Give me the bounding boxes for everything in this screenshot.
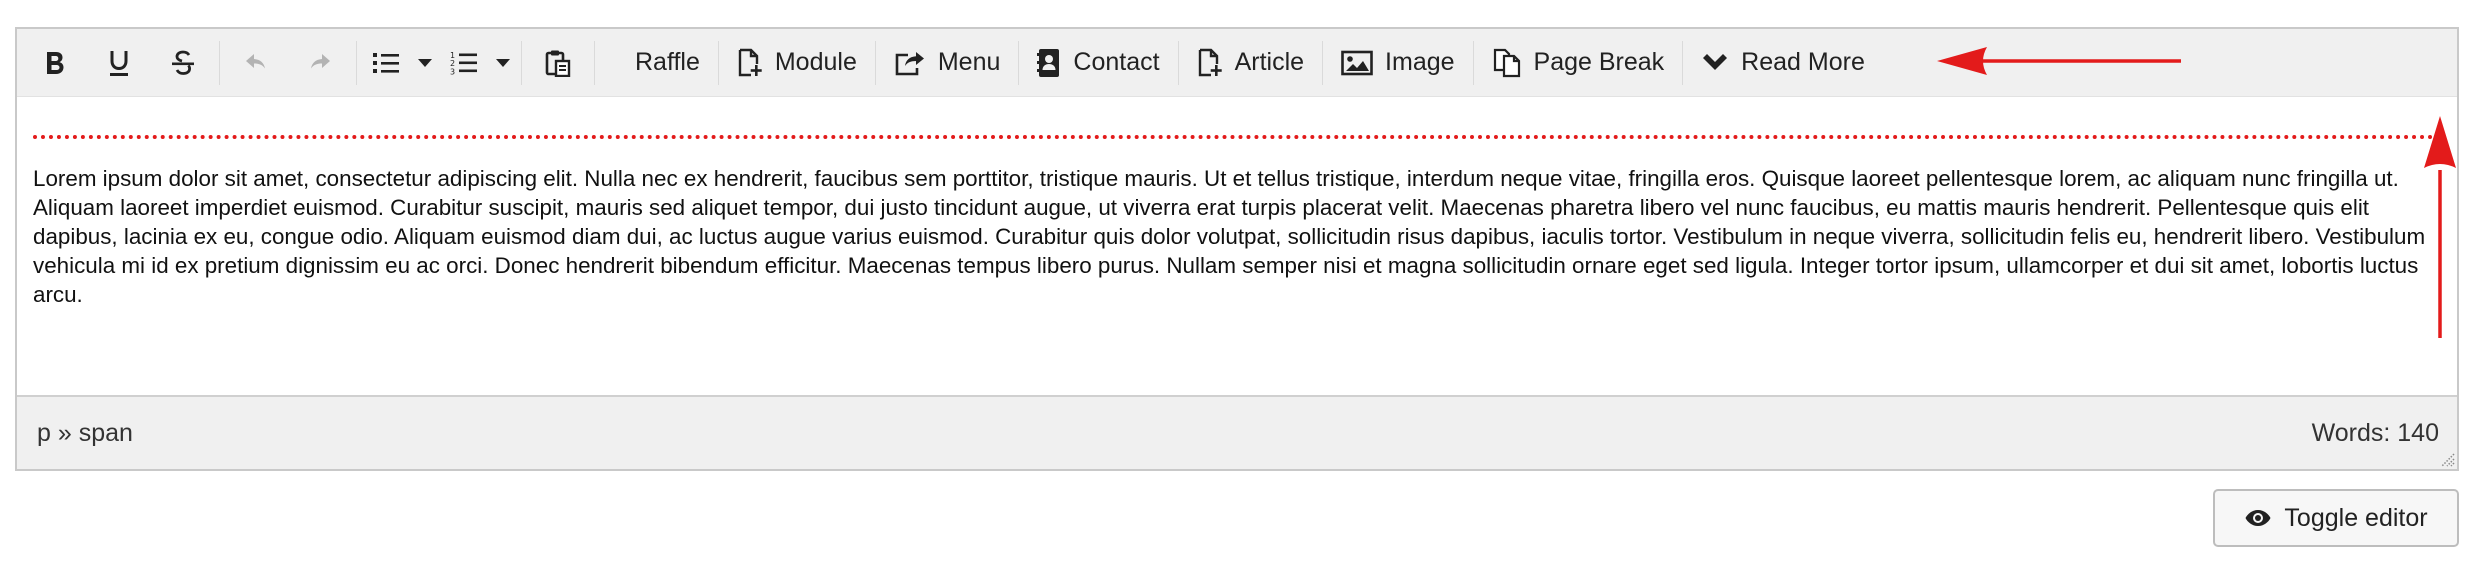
toolbar-separator: [1018, 40, 1020, 85]
image-label: Image: [1385, 48, 1455, 76]
word-count: Words: 140: [2311, 419, 2439, 447]
toolbar-separator: [1472, 40, 1474, 85]
contact-button[interactable]: Contact: [1023, 37, 1173, 89]
redo-icon: [311, 53, 330, 68]
toolbar-separator: [1682, 40, 1684, 85]
raffle-button[interactable]: Raffle: [621, 37, 714, 89]
address-book-icon: [1037, 48, 1060, 77]
read-more-separator: [33, 135, 2443, 139]
bold-icon: [47, 51, 64, 74]
element-path[interactable]: p » span: [37, 419, 133, 448]
content-paragraph[interactable]: Lorem ipsum dolor sit amet, consectetur …: [33, 164, 2445, 309]
paste-button[interactable]: [526, 37, 590, 89]
module-label: Module: [774, 48, 857, 76]
editor-statusbar: p » span Words: 140: [17, 395, 2457, 469]
file-add-icon: [1198, 48, 1222, 76]
raffle-label: Raffle: [635, 48, 700, 76]
numbered-list-split-button: 123: [439, 37, 517, 89]
numbered-list-button[interactable]: 123: [439, 37, 489, 89]
paste-icon: [545, 50, 571, 77]
editor-content[interactable]: Lorem ipsum dolor sit amet, consectetur …: [17, 97, 2457, 397]
toolbar-separator: [521, 40, 522, 85]
chevron-down-icon: [1703, 53, 1728, 70]
strikethrough-icon: [172, 50, 194, 75]
bullet-list-icon: [373, 52, 399, 73]
eye-icon: [2245, 510, 2271, 526]
image-icon: [1341, 50, 1373, 75]
undo-icon: [246, 53, 265, 68]
toggle-editor-button[interactable]: Toggle editor: [2213, 489, 2459, 547]
read-more-button[interactable]: Read More: [1687, 37, 1879, 89]
numbered-list-icon: 123: [450, 51, 477, 76]
page-break-button[interactable]: Page Break: [1478, 37, 1679, 89]
article-button[interactable]: Article: [1183, 37, 1318, 89]
chevron-down-icon: [418, 58, 432, 67]
menu-button[interactable]: Menu: [880, 37, 1015, 89]
toolbar-separator: [594, 40, 595, 85]
toolbar-separator: [874, 40, 876, 85]
toolbar-separator: [1322, 40, 1324, 85]
file-add-icon: [738, 48, 762, 76]
redo-button[interactable]: [288, 37, 352, 89]
resize-handle-icon[interactable]: [2439, 451, 2455, 467]
read-more-label: Read More: [1741, 48, 1865, 76]
toolbar-separator: [717, 40, 719, 85]
underline-icon: [110, 50, 128, 76]
copy-file-icon: [1493, 48, 1520, 77]
bullet-list-button[interactable]: [361, 37, 411, 89]
toggle-editor-label: Toggle editor: [2284, 503, 2428, 532]
menu-label: Menu: [937, 48, 1001, 76]
bullet-list-split-button: [361, 37, 439, 89]
bold-button[interactable]: [23, 37, 87, 89]
share-square-icon: [895, 51, 924, 75]
numbered-list-dropdown[interactable]: [489, 37, 517, 89]
toolbar-separator: [356, 40, 357, 85]
rich-text-editor: 123 Raffle Module Menu Contact Article I…: [15, 27, 2459, 471]
strikethrough-button[interactable]: [151, 37, 215, 89]
bullet-list-dropdown[interactable]: [411, 37, 439, 89]
undo-button[interactable]: [224, 37, 288, 89]
module-button[interactable]: Module: [723, 37, 871, 89]
contact-label: Contact: [1073, 48, 1160, 76]
toolbar-separator: [1177, 40, 1179, 85]
chevron-down-icon: [496, 58, 510, 67]
svg-text:3: 3: [450, 67, 455, 76]
image-button[interactable]: Image: [1327, 37, 1468, 89]
article-label: Article: [1234, 48, 1305, 76]
toolbar-separator: [219, 40, 220, 85]
underline-button[interactable]: [87, 37, 151, 89]
page-break-label: Page Break: [1533, 48, 1665, 76]
editor-toolbar: 123 Raffle Module Menu Contact Article I…: [17, 29, 2457, 97]
